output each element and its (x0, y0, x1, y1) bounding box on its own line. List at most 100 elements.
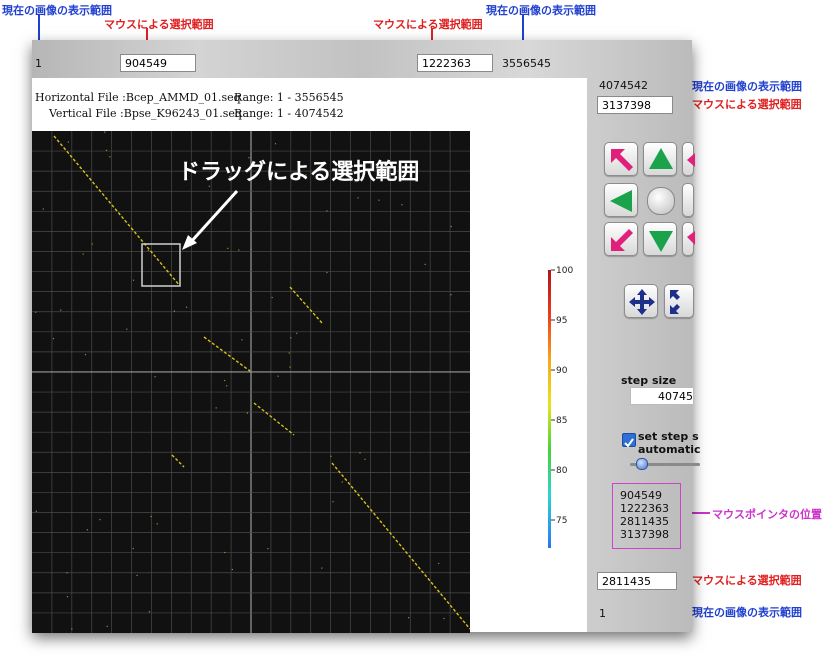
noise-dot (35, 510, 37, 512)
noise-dot (99, 519, 101, 521)
pointer-value: 1222363 (620, 502, 669, 515)
annotation-current-range-top-right: 現在の画像の表示範囲 (486, 4, 596, 17)
alignment-segment (289, 286, 323, 324)
step-slider-thumb[interactable] (636, 458, 648, 470)
noise-dot (224, 551, 226, 554)
pan-down-right-button[interactable] (682, 222, 695, 256)
noise-dot (326, 210, 328, 212)
noise-dot (227, 247, 229, 249)
noise-dot (288, 352, 290, 354)
noise-dot (91, 243, 93, 245)
noise-dot (132, 279, 135, 281)
y-selection-start-field[interactable]: 2811435 (597, 572, 677, 590)
noise-dot (67, 141, 69, 143)
checkmark-icon (624, 438, 634, 448)
arrow-down-right-icon (687, 231, 695, 245)
arrow-up-icon (649, 148, 673, 169)
dot-plot-canvas[interactable]: ドラッグによる選択範囲 (32, 131, 470, 633)
noise-dot (332, 501, 334, 503)
noise-dot (71, 628, 73, 630)
noise-dot (105, 149, 108, 151)
pan-up-button[interactable] (643, 142, 677, 176)
arrow-left-icon (610, 190, 632, 212)
colorbar-tick-label: 85 (556, 416, 567, 426)
expand-arrows-icon (670, 290, 680, 314)
noise-dot (267, 548, 269, 550)
pointer-value: 3137398 (620, 528, 669, 541)
pan-down-button[interactable] (643, 222, 677, 256)
noise-dot (154, 376, 156, 378)
arrow-down-left-icon (611, 229, 633, 251)
y-selection-end-field[interactable]: 3137398 (597, 96, 673, 114)
noise-dot (248, 157, 250, 159)
horizontal-range-info: Range: 1 - 3556545 (234, 91, 344, 104)
noise-dot (401, 204, 403, 206)
step-size-label: step size (621, 374, 677, 387)
noise-dot (321, 567, 323, 569)
noise-dot (106, 625, 108, 627)
annotation-mouse-pointer: マウスポインタの位置 (712, 508, 822, 521)
colorbar-tick-label: 90 (556, 366, 568, 376)
mouse-pointer-list: 904549 1222363 2811435 3137398 (612, 483, 681, 549)
noise-dot (330, 455, 332, 457)
noise-dot (408, 617, 410, 619)
x-selection-end-field[interactable]: 1222363 (417, 54, 493, 72)
pan-up-right-button[interactable] (682, 142, 695, 176)
arrow-up-left-icon (611, 149, 633, 171)
auto-step-checkbox[interactable] (622, 433, 636, 448)
zoom-out-button[interactable] (664, 284, 694, 318)
pan-right-button[interactable] (682, 183, 694, 217)
noise-dot (277, 375, 279, 377)
noise-dot (82, 253, 84, 255)
noise-dot (86, 529, 88, 531)
y-start-label: 1 (599, 607, 606, 620)
y-end-label: 4074542 (599, 79, 648, 92)
pan-down-left-button[interactable] (604, 222, 638, 256)
drag-annotation-arrow (188, 189, 239, 245)
colorbar-tick-label: 100 (556, 266, 573, 276)
noise-dot (241, 339, 243, 341)
noise-dot (226, 385, 228, 387)
noise-dot (378, 199, 380, 201)
pan-left-button[interactable] (604, 183, 638, 217)
noise-dot (359, 452, 361, 454)
pan-up-left-button[interactable] (604, 142, 638, 176)
noise-dot (438, 562, 440, 565)
move-arrows-icon (629, 289, 655, 315)
noise-dot (326, 272, 328, 274)
identity-colorbar: 100959085807570 (548, 266, 573, 548)
noise-dot (150, 515, 152, 518)
drag-annotation-text: ドラッグによる選択範囲 (178, 159, 419, 185)
step-size-field[interactable]: 40745 (630, 387, 694, 405)
x-end-label: 3556545 (502, 57, 551, 70)
noise-dot (52, 338, 55, 340)
noise-dot (443, 617, 445, 620)
noise-dot (186, 306, 188, 308)
center-reset-button[interactable] (647, 187, 675, 215)
pointer-value: 904549 (620, 489, 662, 502)
noise-dot (450, 294, 452, 296)
arrow-down-icon (649, 231, 673, 252)
x-selection-start-field[interactable]: 904549 (120, 54, 196, 72)
app-window: 1 904549 1222363 3556545 Horizontal File… (32, 40, 701, 633)
vertical-range-info: Range: 1 - 4074542 (234, 107, 344, 120)
colorbar-tick-label: 75 (556, 516, 567, 526)
noise-dot (231, 568, 233, 571)
noise-dot (126, 328, 128, 330)
noise-dot (224, 379, 226, 382)
noise-dot (229, 351, 231, 353)
annotation-current-range-right-top: 現在の画像の表示範囲 (692, 80, 802, 93)
noise-dot (132, 547, 134, 550)
noise-dot (341, 481, 343, 483)
colorbar-gradient (548, 270, 551, 548)
alignment-segment (171, 454, 185, 468)
noise-dot (296, 332, 298, 334)
noise-dot (60, 309, 62, 311)
annotation-current-range-top-left: 現在の画像の表示範囲 (2, 4, 112, 17)
zoom-in-button[interactable] (624, 284, 658, 318)
horizontal-file-info: Horizontal File :Bcep_AMMD_01.seq (35, 91, 241, 104)
noise-dot (357, 197, 359, 199)
auto-step-label-2: automatic (638, 443, 701, 456)
colorbar-tick-label: 80 (556, 466, 568, 476)
alignment-segment (331, 462, 470, 630)
